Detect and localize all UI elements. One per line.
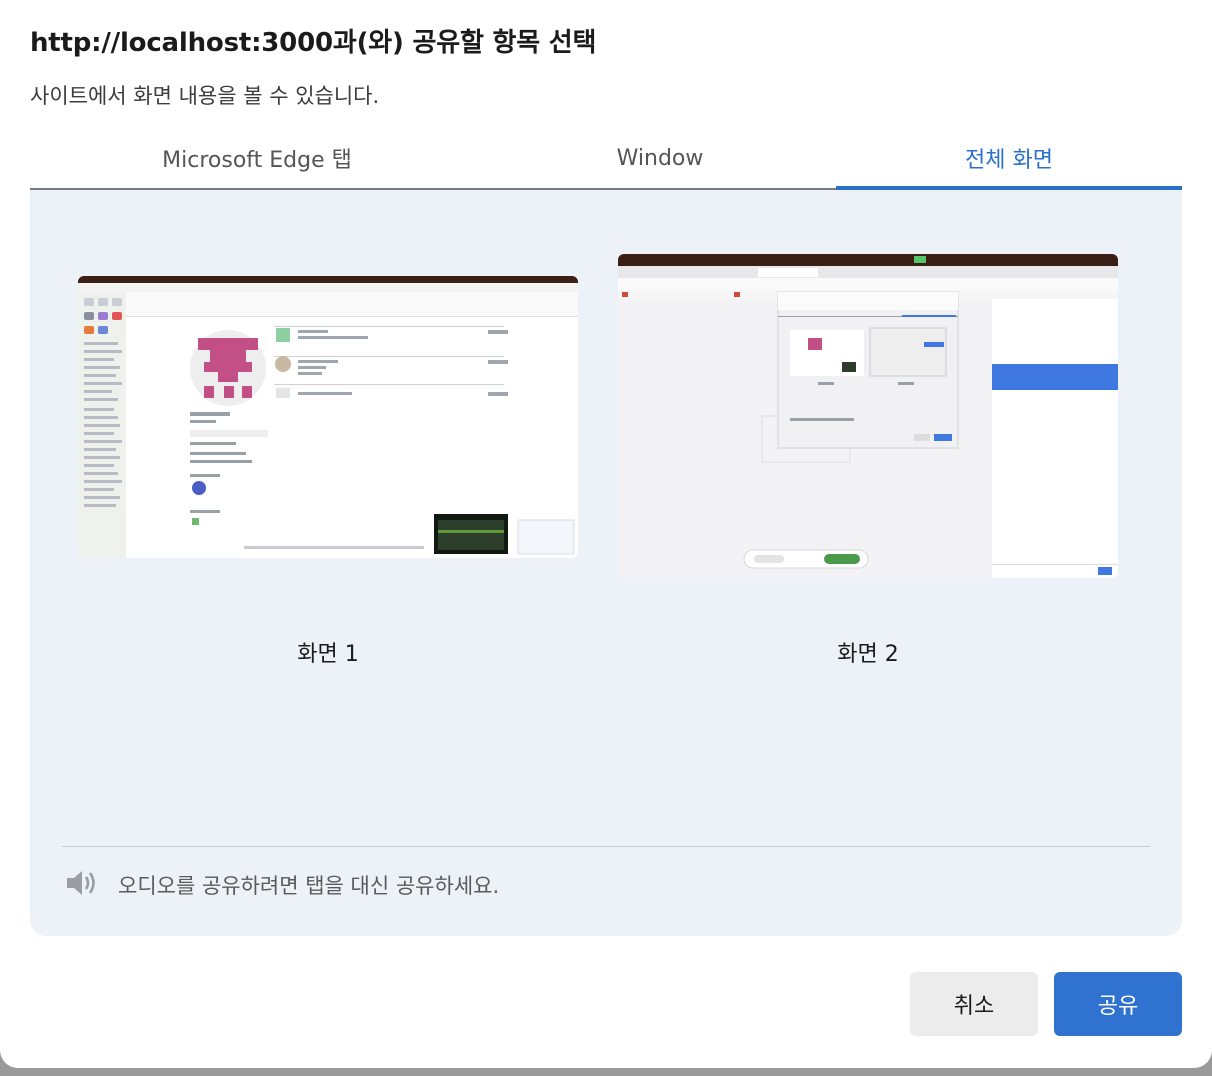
divider <box>62 846 1150 847</box>
source-tabs: Microsoft Edge 탭 Window 전체 화면 <box>30 128 1182 190</box>
screen-2-preview-image <box>618 254 1118 578</box>
screen-2-label: 화면 2 <box>837 642 899 667</box>
tab-window[interactable]: Window <box>484 128 836 188</box>
share-button[interactable]: 공유 <box>1054 972 1182 1036</box>
screen-1-thumbnail[interactable] <box>78 276 578 558</box>
tab-edge-tabs[interactable]: Microsoft Edge 탭 <box>30 128 484 188</box>
dialog-subtitle: 사이트에서 화면 내용을 볼 수 있습니다. <box>30 84 380 108</box>
screen-2-thumbnail[interactable] <box>618 254 1118 578</box>
screen-1-preview-image <box>78 276 578 558</box>
speaker-icon <box>64 866 98 900</box>
audio-notice-text: 오디오를 공유하려면 탭을 대신 공유하세요. <box>118 874 500 898</box>
screen-picker-panel: 화면 1 화면 2 오디오를 공유하려면 탭을 대신 공유하세요. <box>30 190 1182 936</box>
screen-share-dialog: http://localhost:3000과(와) 공유할 항목 선택 사이트에… <box>0 0 1212 1068</box>
tab-entire-screen[interactable]: 전체 화면 <box>836 128 1182 190</box>
cancel-button[interactable]: 취소 <box>910 972 1038 1036</box>
screen-1-label: 화면 1 <box>297 642 359 667</box>
dialog-title: http://localhost:3000과(와) 공유할 항목 선택 <box>30 28 597 58</box>
